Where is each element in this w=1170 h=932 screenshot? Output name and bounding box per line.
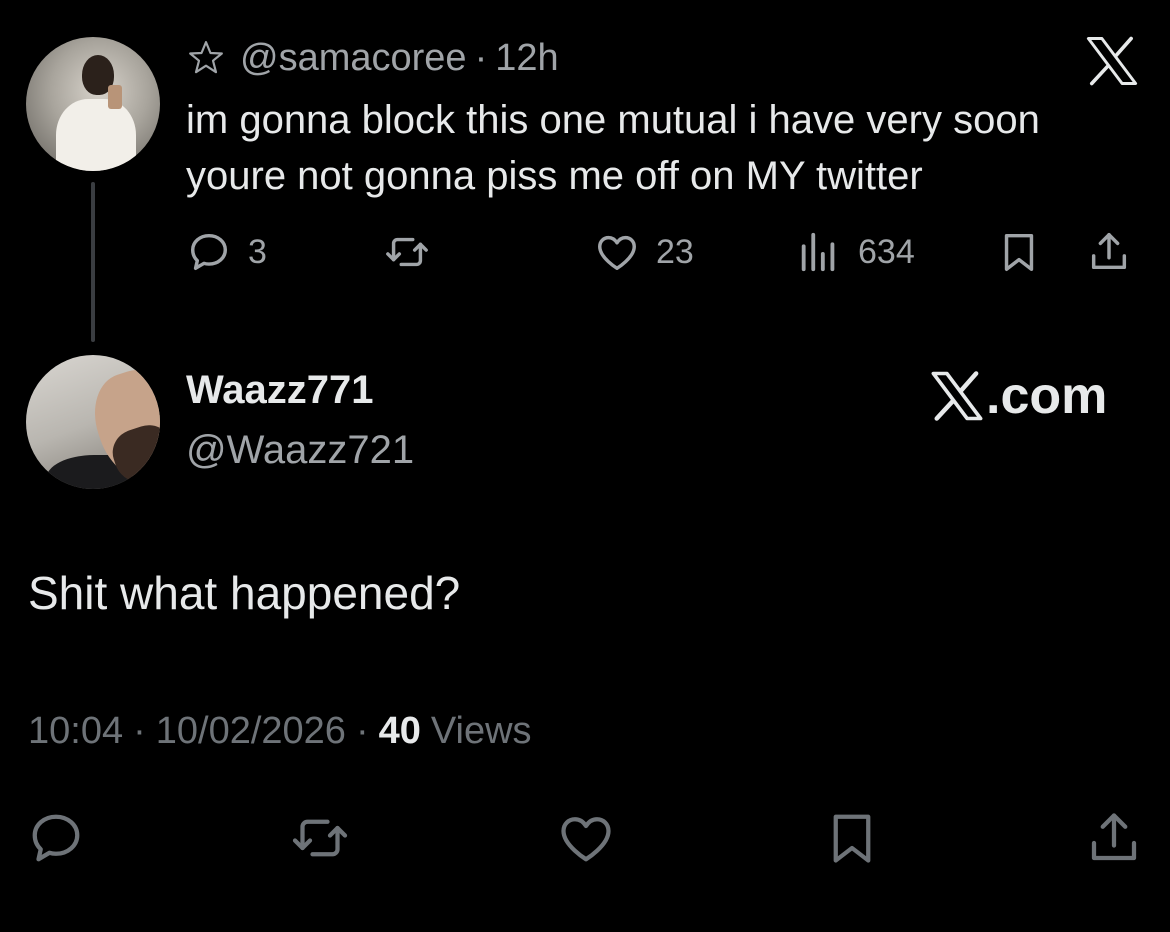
- quoted-tweet-text-line: im gonna block this one mutual i have ve…: [186, 98, 1040, 142]
- like-count: 23: [656, 232, 694, 271]
- view-count: 634: [858, 232, 915, 271]
- tweet-views-label: Views: [430, 710, 532, 752]
- meta-separator: ·: [355, 710, 369, 752]
- main-reply-button[interactable]: [26, 808, 86, 868]
- reply-icon: [32, 814, 80, 862]
- bookmark-button[interactable]: [996, 226, 1042, 278]
- x-logo-icon: [1086, 36, 1138, 86]
- reply-icon: [190, 233, 228, 271]
- author-handle[interactable]: @Waazz721: [186, 428, 414, 473]
- avatar-samacoree[interactable]: [26, 37, 160, 171]
- avatar-figure-body: [56, 99, 136, 171]
- retweet-icon: [386, 237, 428, 267]
- quoted-tweet-header: @samacoree · 12h: [186, 32, 559, 84]
- header-separator: ·: [474, 36, 488, 79]
- quoted-tweet-text-line: youre not gonna piss me off on MY twitte…: [186, 154, 923, 198]
- tweet-time[interactable]: 10:04: [28, 710, 123, 753]
- tweet-meta: 10:04 · 10/02/2026 · 40 Views: [28, 710, 532, 753]
- retweet-button[interactable]: [384, 226, 430, 278]
- bookmark-icon: [833, 814, 871, 863]
- retweet-icon: [292, 819, 348, 857]
- x-com-watermark: .com: [930, 366, 1107, 426]
- share-button[interactable]: [1086, 226, 1132, 278]
- thread-connector-line: [91, 182, 95, 342]
- like-button[interactable]: 23: [594, 226, 694, 278]
- avatar-figure-phone: [108, 85, 122, 109]
- meta-separator: ·: [133, 710, 146, 752]
- x-logo-icon: [931, 371, 983, 421]
- bookmark-icon: [1004, 233, 1034, 271]
- share-icon: [1091, 233, 1127, 270]
- heart-icon: [561, 817, 611, 862]
- avatar-waazz771[interactable]: [26, 355, 160, 489]
- reply-button[interactable]: 3: [186, 226, 267, 278]
- main-share-button[interactable]: [1084, 808, 1144, 868]
- quoted-tweet-time[interactable]: 12h: [495, 37, 558, 80]
- heart-icon: [598, 235, 636, 271]
- reply-count: 3: [248, 232, 267, 271]
- main-retweet-button[interactable]: [290, 808, 350, 868]
- quoted-tweet-handle[interactable]: @samacoree: [240, 37, 467, 80]
- main-like-button[interactable]: [556, 808, 616, 868]
- share-icon: [1091, 813, 1137, 861]
- main-tweet-text: Shit what happened?: [28, 567, 461, 619]
- x-com-text: .com: [986, 367, 1108, 425]
- star-icon[interactable]: [186, 38, 226, 78]
- views-button[interactable]: 634: [796, 226, 915, 278]
- author-display-name[interactable]: Waazz771: [186, 368, 374, 413]
- tweet-views-count[interactable]: 40: [379, 710, 421, 753]
- quoted-tweet-text: im gonna block this one mutual i have ve…: [186, 92, 1156, 204]
- views-icon: [801, 232, 835, 272]
- tweet-date[interactable]: 10/02/2026: [156, 710, 346, 753]
- main-bookmark-button[interactable]: [822, 808, 882, 868]
